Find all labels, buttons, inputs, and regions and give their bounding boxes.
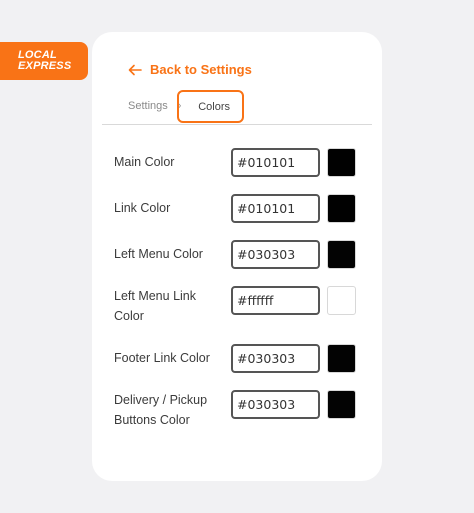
arrow-left-icon (128, 64, 142, 75)
footer-link-color-input[interactable]: #030303 (231, 344, 320, 373)
main-color-swatch[interactable] (327, 148, 356, 177)
left-menu-color-swatch[interactable] (327, 240, 356, 269)
footer-link-color-swatch[interactable] (327, 344, 356, 373)
main-color-label: Main Color (114, 155, 175, 169)
main-color-input[interactable]: #010101 (231, 148, 320, 177)
settings-panel: Back to Settings Settings › Colors Main … (92, 32, 382, 481)
left-menu-link-color-row: Left Menu Link Color #ffffff (114, 286, 364, 326)
footer-link-color-row: Footer Link Color #030303 (114, 344, 364, 373)
local-express-logo: LOCAL EXPRESS (0, 42, 88, 80)
delivery-pickup-color-input[interactable]: #030303 (231, 390, 320, 419)
breadcrumb-settings[interactable]: Settings (128, 100, 168, 112)
link-color-label: Link Color (114, 201, 171, 215)
left-menu-color-row: Left Menu Color #030303 (114, 240, 364, 269)
footer-link-color-label: Footer Link Color (114, 351, 210, 365)
left-menu-color-input[interactable]: #030303 (231, 240, 320, 269)
breadcrumb-current-label: Colors (198, 100, 230, 113)
delivery-pickup-color-row: Delivery / Pickup Buttons Color #030303 (114, 390, 364, 430)
left-menu-link-color-swatch[interactable] (327, 286, 356, 315)
delivery-pickup-color-swatch[interactable] (327, 390, 356, 419)
link-color-input[interactable]: #010101 (231, 194, 320, 223)
back-link-label: Back to Settings (150, 62, 252, 77)
logo-line-2: EXPRESS (18, 60, 72, 72)
left-menu-color-label: Left Menu Color (114, 247, 203, 261)
back-to-settings-link[interactable]: Back to Settings (128, 62, 252, 77)
main-color-row: Main Color #010101 (114, 148, 364, 177)
link-color-row: Link Color #010101 (114, 194, 364, 223)
left-menu-link-color-input[interactable]: #ffffff (231, 286, 320, 315)
breadcrumb-colors: Colors (177, 90, 244, 123)
delivery-pickup-color-label: Delivery / Pickup Buttons Color (114, 393, 208, 427)
left-menu-link-color-label: Left Menu Link Color (114, 289, 196, 323)
link-color-swatch[interactable] (327, 194, 356, 223)
divider (102, 124, 372, 125)
